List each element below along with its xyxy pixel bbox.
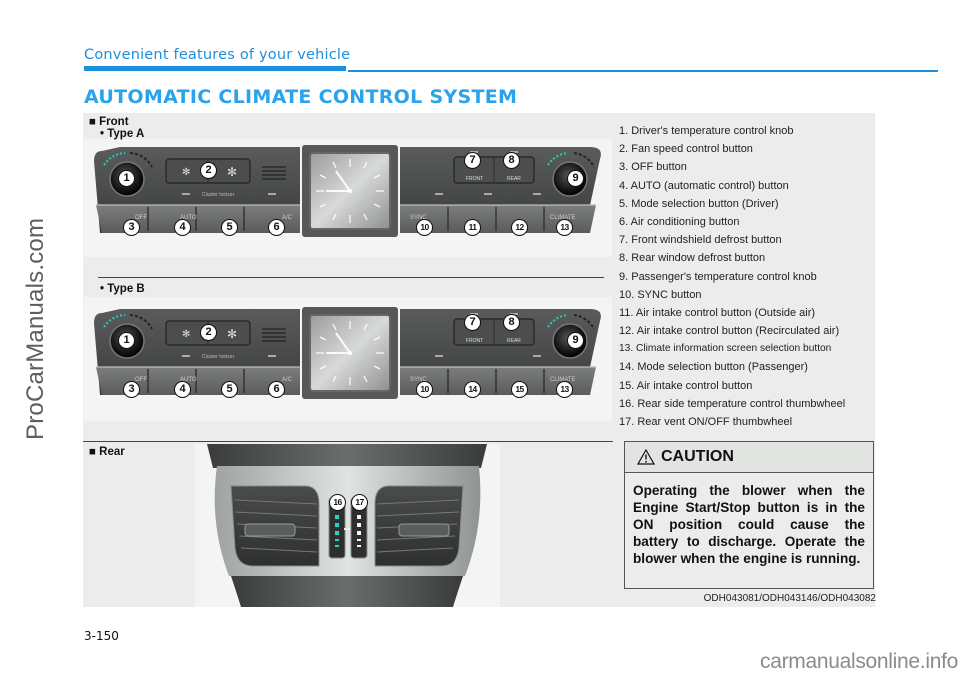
- side-watermark: ProCarManuals.com: [22, 217, 49, 440]
- svg-text:A/C: A/C: [282, 215, 293, 221]
- legend-item: 4. AUTO (automatic control) button: [619, 179, 789, 192]
- svg-text:✻: ✻: [227, 327, 237, 341]
- caution-box: CAUTION Operating the blower when the En…: [624, 441, 874, 589]
- legend-item: 14. Mode selection button (Passenger): [619, 361, 808, 374]
- svg-text:FRONT: FRONT: [466, 176, 483, 182]
- legend-item: 12. Air intake control button (Recircula…: [619, 325, 840, 338]
- image-code: ODH043081/ODH043146/ODH043082: [703, 593, 876, 604]
- callout-3: 3: [123, 381, 140, 398]
- rear-vent-drawing: [195, 444, 500, 607]
- callout-6: 6: [268, 219, 285, 236]
- callout-13: 13: [556, 219, 573, 236]
- callout-16: 16: [329, 494, 346, 511]
- climate-panel-type-b: ✻ ✻ Cluster Ionizer FRONT REAR OFF AUTO …: [90, 307, 610, 401]
- type-b-label: • Type B: [100, 283, 145, 295]
- caution-text: Operating the blower when the Engine Sta…: [633, 483, 865, 566]
- svg-text:REAR: REAR: [507, 176, 521, 182]
- callout-7: 7: [464, 314, 481, 331]
- climate-panel-type-a-drawing: ✻ ✻ Cluster Ionizer FRONT REAR OFF AUTO …: [94, 145, 601, 237]
- type-divider: [98, 277, 604, 278]
- svg-text:REAR: REAR: [507, 338, 521, 344]
- legend-item: 17. Rear vent ON/OFF thumbwheel: [619, 416, 793, 428]
- component-legend: 1. Driver's temperature control knob 2. …: [619, 122, 874, 431]
- svg-text:✻: ✻: [182, 167, 190, 178]
- callout-9: 9: [567, 332, 584, 349]
- legend-item: 8. Rear window defrost button: [619, 252, 766, 265]
- svg-text:FRONT: FRONT: [466, 338, 483, 344]
- warning-triangle-icon: [637, 449, 655, 465]
- callout-17: 17: [351, 494, 368, 511]
- legend-item: 9. Passenger's temperature control knob: [619, 270, 817, 283]
- callout-11: 11: [464, 219, 481, 236]
- bottom-watermark: carmanualsonline.info: [760, 650, 958, 673]
- legend-item: 13. Climate information screen selection…: [619, 343, 832, 355]
- svg-text:A/C: A/C: [282, 377, 293, 383]
- legend-item: 2. Fan speed control button: [619, 143, 753, 156]
- svg-text:✻: ✻: [182, 329, 190, 340]
- callout-10: 10: [416, 381, 433, 398]
- callout-5: 5: [221, 381, 238, 398]
- callout-4: 4: [174, 219, 191, 236]
- climate-panel-type-b-drawing: ✻ ✻ Cluster Ionizer FRONT REAR OFF AUTO …: [94, 307, 601, 399]
- rear-divider: [83, 441, 613, 442]
- rear-label: ■ Rear: [89, 446, 125, 458]
- section-header: Convenient features of your vehicle: [84, 47, 351, 63]
- legend-item: 1. Driver's temperature control knob: [619, 125, 794, 137]
- callout-2: 2: [200, 162, 217, 179]
- page-title: AUTOMATIC CLIMATE CONTROL SYSTEM: [84, 86, 518, 108]
- legend-item: 3. OFF button: [619, 161, 687, 174]
- callout-9: 9: [567, 170, 584, 187]
- callout-3: 3: [123, 219, 140, 236]
- callout-10: 10: [416, 219, 433, 236]
- legend-item: 5. Mode selection button (Driver): [619, 197, 779, 210]
- callout-4: 4: [174, 381, 191, 398]
- legend-item: 7. Front windshield defrost button: [619, 234, 782, 247]
- callout-15: 15: [511, 381, 528, 398]
- callout-5: 5: [221, 219, 238, 236]
- legend-item: 15. Air intake control button: [619, 379, 753, 392]
- callout-7: 7: [464, 152, 481, 169]
- ionizer-text: Cluster Ionizer: [202, 192, 235, 198]
- svg-text:Cluster Ionizer: Cluster Ionizer: [202, 354, 235, 360]
- callout-14: 14: [464, 381, 481, 398]
- callout-1: 1: [118, 170, 135, 187]
- callout-6: 6: [268, 381, 285, 398]
- caution-header: CAUTION: [625, 442, 873, 473]
- callout-12: 12: [511, 219, 528, 236]
- rear-vent-illustration: 16 17: [195, 444, 500, 607]
- caution-title: CAUTION: [661, 448, 734, 465]
- callout-8: 8: [503, 314, 520, 331]
- header-rule: [348, 70, 938, 72]
- type-a-label: • Type A: [100, 128, 145, 140]
- callout-1: 1: [118, 332, 135, 349]
- page-number: 3-150: [84, 629, 119, 643]
- callout-2: 2: [200, 324, 217, 341]
- legend-item: 11. Air intake control button (Outside a…: [619, 306, 816, 319]
- front-label: ■ Front: [89, 116, 129, 128]
- legend-item: 10. SYNC button: [619, 288, 702, 301]
- header-accent-bar: [84, 66, 346, 71]
- svg-text:✻: ✻: [227, 165, 237, 179]
- callout-13: 13: [556, 381, 573, 398]
- legend-item: 6. Air conditioning button: [619, 215, 740, 228]
- legend-item: 16. Rear side temperature control thumbw…: [619, 397, 846, 410]
- callout-8: 8: [503, 152, 520, 169]
- climate-panel-type-a: ✻ ✻ Cluster Ionizer FRONT REAR OFF AUTO …: [90, 145, 610, 239]
